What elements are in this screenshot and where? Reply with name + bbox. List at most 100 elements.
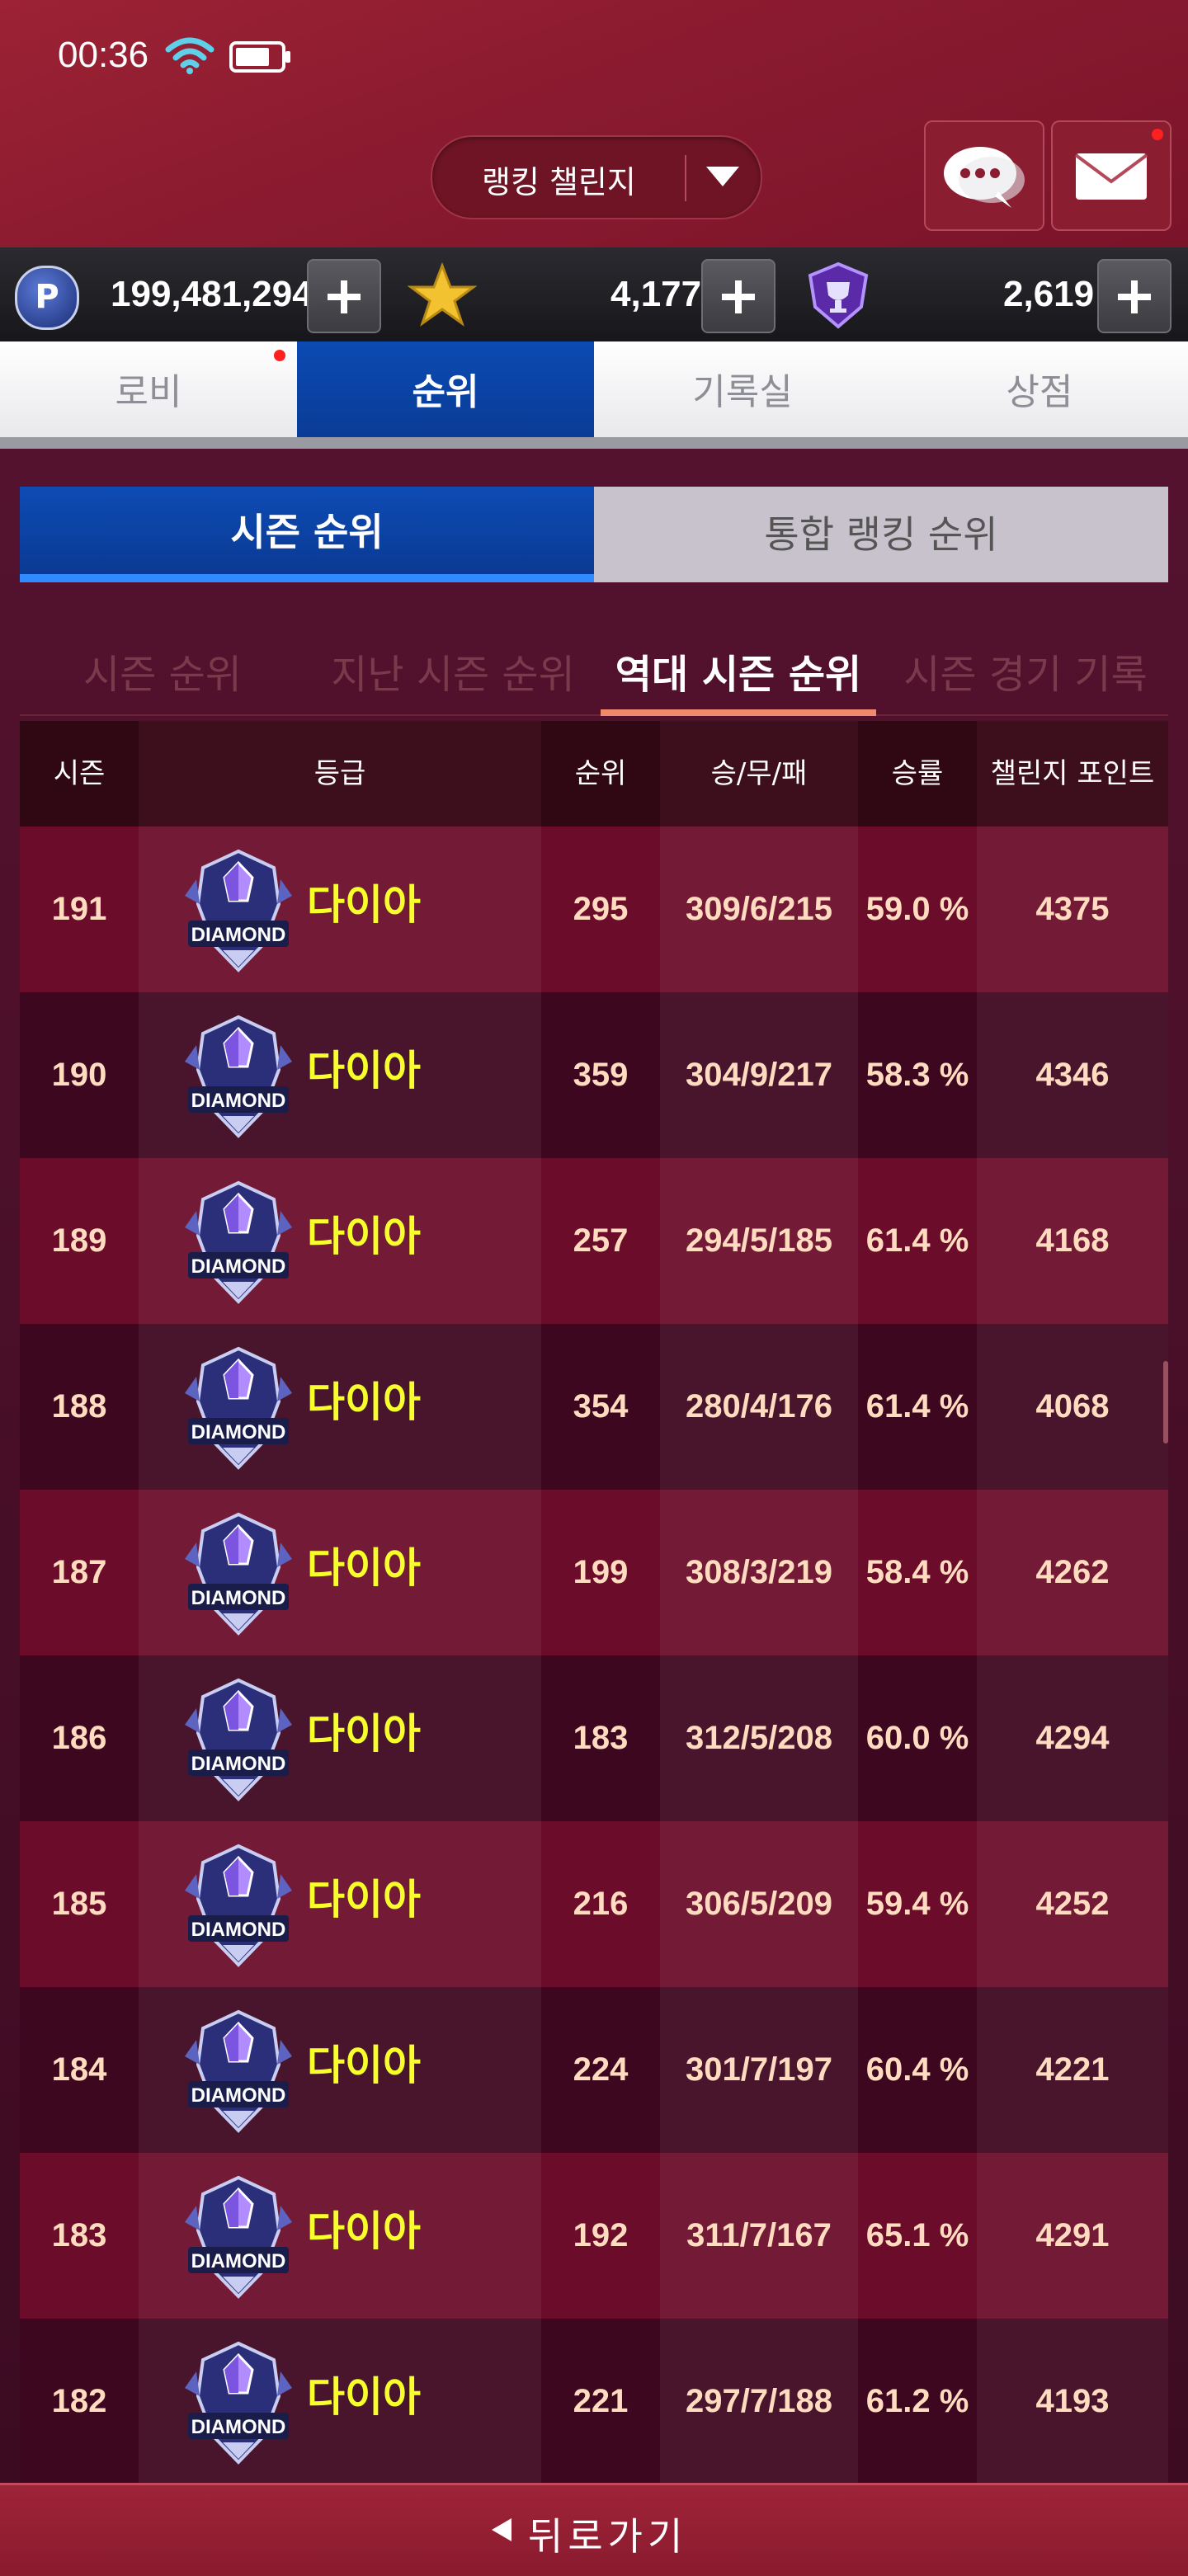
subtab-total-ranking[interactable]: 통합 랭킹 순위: [594, 487, 1168, 582]
add-points-button[interactable]: [307, 259, 381, 333]
tab-bar-divider: [0, 437, 1188, 449]
header-season: 시즌: [53, 757, 106, 790]
winrate-cell: 65.1 %: [865, 2217, 969, 2253]
tab-records[interactable]: 기록실: [594, 341, 891, 444]
season-cell: 183: [51, 2217, 107, 2253]
grade-label: 다이아: [307, 1213, 421, 1260]
currency-bar: P 199,481,294 4,177 2,619: [0, 247, 1188, 341]
challenge-points-cell: 4168: [1035, 1222, 1110, 1259]
header-rank: 순위: [574, 757, 627, 790]
season-cell: 190: [51, 1057, 107, 1093]
tab-lobby[interactable]: 로비: [0, 341, 297, 444]
filter-season-ranking[interactable]: 시즌 순위: [20, 633, 305, 716]
rank-cell: 199: [573, 1554, 629, 1590]
filter-last-season[interactable]: 지난 시즌 순위: [310, 633, 596, 716]
season-cell: 186: [51, 1720, 107, 1756]
rank-cell: 216: [573, 1886, 629, 1922]
header-record: 승/무/패: [660, 721, 858, 826]
winrate-cell: 61.4 %: [865, 1222, 969, 1259]
challenge-points-cell: 4294: [1035, 1720, 1110, 1756]
winrate-cell: 61.4 %: [865, 1388, 969, 1425]
table-row: 188 DIAMOND 다이아 354 280/4/176 61.4 % 4068: [20, 1324, 1168, 1490]
challenge-points-cell: 4291: [1035, 2217, 1110, 2253]
record-cell: 304/9/217: [686, 1057, 832, 1093]
record-cell: 280/4/176: [686, 1388, 832, 1425]
notification-dot: [1152, 129, 1163, 140]
badge-text: DIAMOND: [191, 2250, 286, 2272]
record-cell: 311/7/167: [686, 2217, 832, 2253]
season-cell: 189: [51, 1222, 107, 1259]
tab-shop[interactable]: 상점: [891, 341, 1188, 444]
season-cell: 184: [51, 2051, 107, 2088]
table-row: 187 DIAMOND 다이아 199 308/3/219 58.4 % 4262: [20, 1490, 1168, 1655]
battery-icon: [229, 41, 290, 73]
table-row: 182 DIAMOND 다이아 221 297/7/188 61.2 % 4193: [20, 2319, 1168, 2484]
rank-cell: 192: [573, 2217, 629, 2253]
challenge-points-cell: 4252: [1035, 1886, 1110, 1922]
rank-cell: 224: [573, 2051, 629, 2088]
badge-text: DIAMOND: [191, 1587, 286, 1609]
badge-text: DIAMOND: [191, 1255, 286, 1278]
add-trophies-button[interactable]: [1097, 259, 1172, 333]
tab-ranking[interactable]: 순위: [297, 341, 594, 449]
record-cell: 301/7/197: [686, 2051, 832, 2088]
rank-cell: 354: [573, 1388, 629, 1425]
chat-bubble-icon: [944, 147, 1025, 208]
grade-label: 다이아: [307, 1544, 421, 1592]
back-arrow-icon: [492, 2518, 512, 2541]
mode-divider: [685, 155, 686, 201]
challenge-points-cell: 4068: [1035, 1388, 1110, 1425]
filter-divider: [20, 714, 1168, 716]
winrate-cell: 58.3 %: [865, 1057, 969, 1093]
grade-label: 다이아: [307, 1378, 421, 1426]
trophy-shield-icon: [808, 261, 869, 329]
grade-label: 다이아: [307, 1710, 421, 1758]
table-body: 191 DIAMOND 다이아 295 309/6/215 59.0 % 4375 190 DI…: [20, 826, 1168, 2484]
winrate-cell: 61.2 %: [865, 2383, 969, 2419]
winrate-cell: 60.0 %: [865, 1720, 969, 1756]
challenge-points-cell: 4221: [1035, 2051, 1110, 2088]
badge-text: DIAMOND: [191, 1919, 286, 1941]
back-label: 뒤로가기: [528, 2514, 688, 2559]
header-winrate: 승률: [891, 757, 944, 790]
season-cell: 191: [51, 891, 107, 927]
filter-all-seasons[interactable]: 역대 시즌 순위: [601, 633, 876, 716]
lobby-notification-dot: [274, 350, 285, 361]
table-scrollbar[interactable]: [1163, 1361, 1168, 1443]
table-row: 190 DIAMOND 다이아 359 304/9/217 58.3 % 4346: [20, 992, 1168, 1158]
table-row: 191 DIAMOND 다이아 295 309/6/215 59.0 % 4375: [20, 826, 1168, 992]
grade-label: 다이아: [307, 2207, 421, 2255]
table-row: 185 DIAMOND 다이아 216 306/5/209 59.4 % 4252: [20, 1821, 1168, 1987]
grade-label: 다이아: [307, 1047, 421, 1095]
trophies-value: 2,619: [1003, 274, 1095, 314]
back-button[interactable]: 뒤로가기: [0, 2483, 1188, 2576]
header-challenge-points: 챌린지 포인트: [977, 721, 1168, 826]
chat-button[interactable]: [924, 120, 1044, 231]
rank-cell: 295: [573, 891, 629, 927]
subtab-season-ranking[interactable]: 시즌 순위: [20, 487, 594, 582]
filter-season-match-records[interactable]: 시즌 경기 기록: [883, 633, 1168, 716]
badge-text: DIAMOND: [191, 1090, 286, 1112]
diamond-badge-icon: DIAMOND: [185, 1512, 292, 1636]
diamond-badge-icon: DIAMOND: [185, 1180, 292, 1304]
ranking-content: 시즌 순위 통합 랭킹 순위 시즌 순위 지난 시즌 순위 역대 시즌 순위 시…: [0, 449, 1188, 2484]
season-cell: 188: [51, 1388, 107, 1425]
chevron-down-icon: [706, 167, 739, 186]
grade-label: 다이아: [307, 881, 421, 929]
add-stars-button[interactable]: [701, 259, 776, 333]
season-history-table: 시즌 등급 순위 승/무/패 승률 챌린지 포인트 191 DIAMOND 다이아 2…: [20, 721, 1168, 2484]
diamond-badge-icon: DIAMOND: [185, 1678, 292, 1801]
winrate-cell: 58.4 %: [865, 1554, 969, 1590]
season-cell: 185: [51, 1886, 107, 1922]
record-cell: 294/5/185: [686, 1222, 832, 1259]
mail-button[interactable]: [1051, 120, 1172, 231]
diamond-badge-icon: DIAMOND: [185, 849, 292, 972]
mode-selector[interactable]: 랭킹 챌린지: [431, 135, 762, 219]
diamond-badge-icon: DIAMOND: [185, 2341, 292, 2465]
mode-label: 랭킹 챌린지: [482, 164, 636, 200]
table-row: 184 DIAMOND 다이아 224 301/7/197 60.4 % 4221: [20, 1987, 1168, 2153]
rank-cell: 221: [573, 2383, 629, 2419]
rank-cell: 183: [573, 1720, 629, 1756]
record-cell: 312/5/208: [686, 1720, 832, 1756]
diamond-badge-icon: DIAMOND: [185, 2009, 292, 2133]
